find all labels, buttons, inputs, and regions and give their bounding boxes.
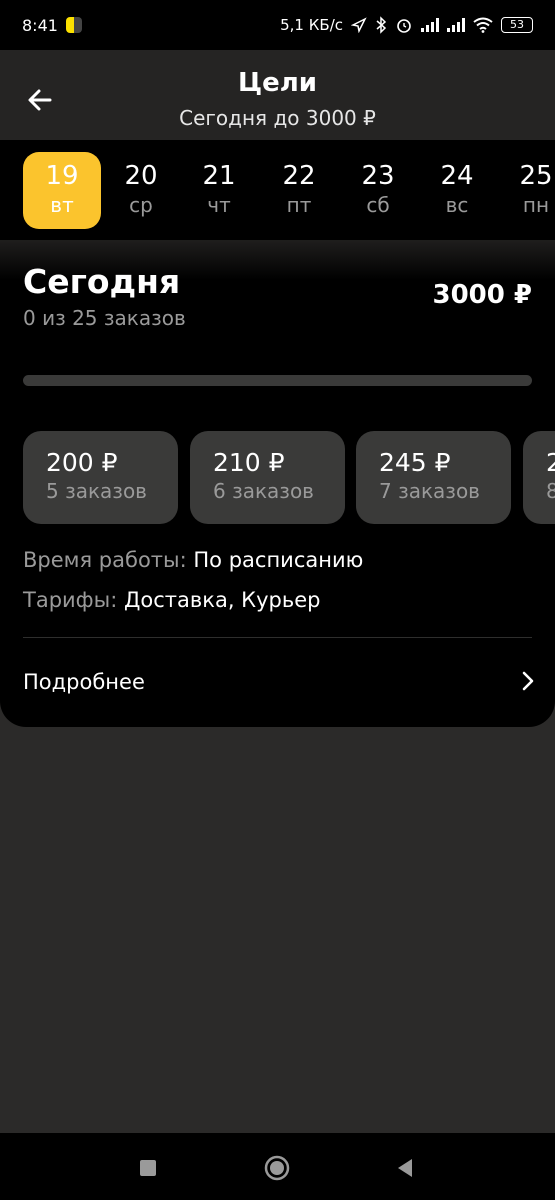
day-number: 21 (202, 161, 236, 191)
status-left: 8:41 (22, 16, 82, 35)
tier-orders: 8 (546, 479, 555, 503)
chevron-right-icon (522, 671, 534, 691)
header: Цели Сегодня до 3000 ₽ (0, 50, 555, 140)
day-of-week: вс (445, 193, 469, 217)
recent-apps-button[interactable] (133, 1153, 163, 1183)
work-time-row: Время работы: По расписанию (23, 548, 363, 572)
day-number: 19 (45, 161, 79, 191)
network-speed: 5,1 КБ/с (280, 16, 343, 34)
tariffs-label: Тарифы: (23, 588, 118, 612)
tariffs-value: Доставка, Курьер (123, 588, 321, 612)
day-of-week: пт (286, 193, 312, 217)
day-number: 25 (519, 161, 553, 191)
tier-card[interactable]: 200 ₽ 5 заказов (23, 431, 178, 524)
battery-indicator: 53 (501, 17, 533, 33)
tier-orders: 5 заказов (46, 479, 147, 503)
day-of-week: пн (522, 193, 550, 217)
day-22[interactable]: 22 пт (260, 152, 338, 229)
work-time-value: По расписанию (193, 548, 364, 572)
orders-progress-text: 0 из 25 заказов (23, 306, 186, 330)
page-subtitle: Сегодня до 3000 ₽ (179, 106, 376, 130)
status-bar: 8:41 5,1 КБ/с 53 (0, 0, 555, 50)
signal-2-icon (447, 18, 465, 32)
day-number: 24 (440, 161, 474, 191)
day-25[interactable]: 25 пн (497, 152, 555, 229)
more-details-button[interactable]: Подробнее (0, 650, 555, 714)
bluetooth-icon (376, 16, 387, 34)
tier-price: 210 ₽ (213, 448, 285, 477)
day-of-week: вт (50, 193, 74, 217)
square-icon (140, 1160, 156, 1176)
day-24[interactable]: 24 вс (418, 152, 496, 229)
app-notification-icon (65, 17, 82, 33)
location-icon (351, 17, 367, 33)
goal-amount: 3000 ₽ (432, 280, 532, 310)
back-nav-button[interactable] (390, 1153, 420, 1183)
day-number: 23 (361, 161, 395, 191)
status-time: 8:41 (22, 15, 58, 35)
tier-card[interactable]: 245 ₽ 7 заказов (356, 431, 511, 524)
triangle-left-icon (398, 1159, 412, 1177)
day-19[interactable]: 19 вт (23, 152, 101, 229)
tier-list: 200 ₽ 5 заказов 210 ₽ 6 заказов 245 ₽ 7 … (0, 431, 555, 524)
day-number: 20 (124, 161, 158, 191)
more-details-label: Подробнее (23, 670, 145, 694)
system-nav-bar (0, 1133, 555, 1200)
tier-price: 200 ₽ (46, 448, 118, 477)
tier-price: 2 (546, 448, 555, 477)
divider (23, 637, 532, 638)
work-time-label: Время работы: (23, 548, 187, 572)
day-of-week: ср (129, 193, 153, 217)
day-20[interactable]: 20 ср (102, 152, 180, 229)
day-of-week: сб (366, 193, 390, 217)
signal-1-icon (421, 18, 439, 32)
tier-card[interactable]: 210 ₽ 6 заказов (190, 431, 345, 524)
tier-price: 245 ₽ (379, 448, 451, 477)
alarm-icon (397, 19, 411, 33)
home-button[interactable] (262, 1153, 292, 1183)
page-title: Цели (237, 68, 317, 98)
tier-orders: 7 заказов (379, 479, 480, 503)
tier-card[interactable]: 2 8 (523, 431, 555, 524)
day-23[interactable]: 23 сб (339, 152, 417, 229)
wifi-icon (473, 17, 493, 33)
today-title: Сегодня (23, 262, 181, 301)
tier-orders: 6 заказов (213, 479, 314, 503)
day-selector: 19 вт 20 ср 21 чт 22 пт 23 сб 24 вс 25 п… (0, 140, 555, 240)
day-of-week: чт (207, 193, 231, 217)
goal-card: Сегодня 0 из 25 заказов 3000 ₽ 200 ₽ 5 з… (0, 240, 555, 727)
day-number: 22 (282, 161, 316, 191)
status-right: 5,1 КБ/с 53 (280, 16, 533, 34)
tariffs-row: Тарифы: Доставка, Курьер (23, 588, 320, 612)
circle-icon (264, 1155, 290, 1181)
progress-bar (23, 375, 532, 386)
day-21[interactable]: 21 чт (180, 152, 258, 229)
